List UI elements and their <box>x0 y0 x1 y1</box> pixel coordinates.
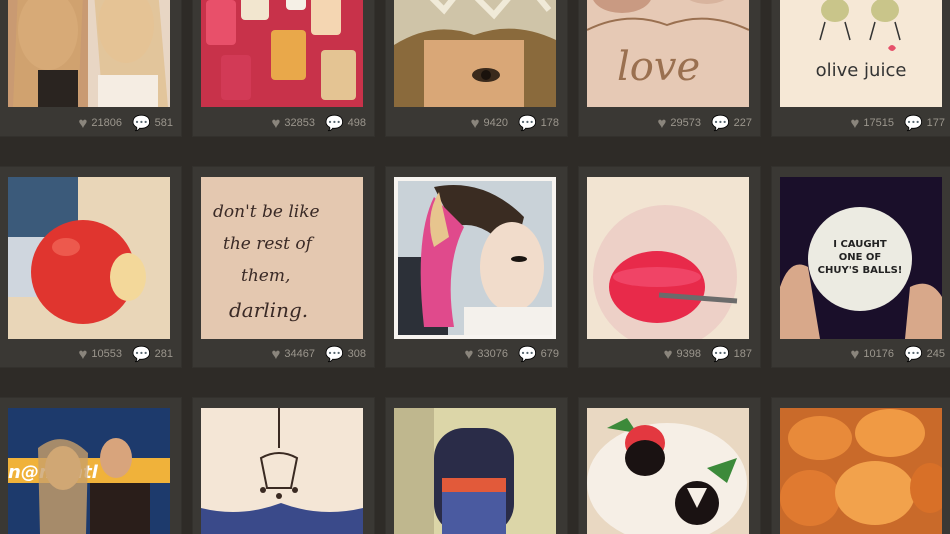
comment-count: 178 <box>540 117 559 129</box>
photo-card[interactable]: n@n ontl <box>0 398 181 534</box>
heart-icon[interactable]: ♥ <box>664 347 673 362</box>
comment-count: 227 <box>733 117 752 129</box>
like-count: 29573 <box>670 117 701 129</box>
photo-card[interactable]: ♥ 9420 💬 178 <box>386 0 567 136</box>
like-count: 9398 <box>676 348 701 360</box>
photo-airplane-window[interactable] <box>394 408 556 534</box>
love-text: love <box>617 44 700 90</box>
ball-line-1: I CAUGHT <box>833 239 887 250</box>
speech-bubble-icon[interactable]: 💬 <box>518 347 537 362</box>
heart-icon[interactable]: ♥ <box>464 347 473 362</box>
photo-nail-polish[interactable] <box>201 0 363 107</box>
like-count: 33076 <box>477 348 508 360</box>
heart-icon[interactable]: ♥ <box>78 347 87 362</box>
like-count: 10553 <box>91 348 122 360</box>
speech-bubble-icon[interactable]: 💬 <box>132 116 151 131</box>
photo-card[interactable] <box>772 398 950 534</box>
comment-count: 498 <box>347 117 366 129</box>
speech-bubble-icon[interactable]: 💬 <box>711 116 730 131</box>
note-line-2: the rest of <box>223 234 315 254</box>
photo-card[interactable] <box>579 398 760 534</box>
comment-count: 177 <box>926 117 945 129</box>
speech-bubble-icon[interactable]: 💬 <box>325 347 344 362</box>
photo-card[interactable]: don't be like the rest of them, darling.… <box>193 167 374 367</box>
comment-count: 581 <box>154 117 173 129</box>
note-line-1: don't be like <box>213 202 320 222</box>
photo-card[interactable]: ♥ 32853 💬 498 <box>193 0 374 136</box>
photo-hair-foils[interactable] <box>394 0 556 107</box>
photo-stats: ♥ 33076 💬 679 <box>464 345 559 363</box>
speech-bubble-icon[interactable]: 💬 <box>711 347 730 362</box>
speech-bubble-icon[interactable]: 💬 <box>518 116 537 131</box>
photo-tv-studio[interactable]: n@n ontl <box>8 408 170 534</box>
photo-stats: ♥ 29573 💬 227 <box>657 114 752 132</box>
speech-bubble-icon[interactable]: 💬 <box>904 116 923 131</box>
photo-pink-hair[interactable] <box>394 177 556 339</box>
like-count: 32853 <box>284 117 315 129</box>
photo-pink-bowl[interactable] <box>587 177 749 339</box>
ball-line-3: CHUY'S BALLS! <box>818 265 903 276</box>
photo-card[interactable]: olive juice ♥ 17515 💬 177 <box>772 0 950 136</box>
photo-stats: ♥ 32853 💬 498 <box>271 114 366 132</box>
photo-card[interactable]: love ♥ 29573 💬 227 <box>579 0 760 136</box>
photo-stats: ♥ 10553 💬 281 <box>78 345 173 363</box>
comment-count: 679 <box>540 348 559 360</box>
photo-fried-food[interactable] <box>780 408 942 534</box>
heart-icon[interactable]: ♥ <box>850 116 859 131</box>
photo-chandelier-necklace[interactable] <box>201 408 363 534</box>
note-line-4: darling. <box>229 298 308 322</box>
comment-count: 308 <box>347 348 366 360</box>
speech-bubble-icon[interactable]: 💬 <box>132 347 151 362</box>
photo-strawberries[interactable] <box>587 408 749 534</box>
photo-stats: ♥ 17515 💬 177 <box>850 114 945 132</box>
photo-card[interactable]: ♥ 10553 💬 281 <box>0 167 181 367</box>
photo-card[interactable]: ♥ 33076 💬 679 <box>386 167 567 367</box>
photo-love-necklace[interactable]: love <box>587 0 749 107</box>
speech-bubble-icon[interactable]: 💬 <box>904 347 923 362</box>
photo-friends-selfie[interactable] <box>8 0 170 107</box>
comment-count: 281 <box>154 348 173 360</box>
heart-icon[interactable]: ♥ <box>657 116 666 131</box>
like-count: 21806 <box>91 117 122 129</box>
photo-card[interactable] <box>193 398 374 534</box>
photo-card[interactable]: I CAUGHT ONE OF CHUY'S BALLS! ♥ 10176 💬 … <box>772 167 950 367</box>
photo-grid: ♥ 21806 💬 581 ♥ 32853 💬 498 ♥ 9420 💬 178… <box>0 0 950 534</box>
photo-card[interactable]: ♥ 9398 💬 187 <box>579 167 760 367</box>
heart-icon[interactable]: ♥ <box>78 116 87 131</box>
heart-icon[interactable]: ♥ <box>271 116 280 131</box>
heart-icon[interactable]: ♥ <box>471 116 480 131</box>
photo-stats: ♥ 34467 💬 308 <box>271 345 366 363</box>
like-count: 17515 <box>863 117 894 129</box>
photo-stats: ♥ 9398 💬 187 <box>664 345 752 363</box>
photo-stats: ♥ 10176 💬 245 <box>850 345 945 363</box>
photo-card[interactable]: ♥ 21806 💬 581 <box>0 0 181 136</box>
comment-count: 187 <box>733 348 752 360</box>
ball-line-2: ONE OF <box>839 252 882 263</box>
photo-stats: ♥ 9420 💬 178 <box>471 114 559 132</box>
heart-icon[interactable]: ♥ <box>271 347 280 362</box>
note-line-3: them, <box>241 266 290 286</box>
photo-ball[interactable]: I CAUGHT ONE OF CHUY'S BALLS! <box>780 177 942 339</box>
olive-juice-text: olive juice <box>816 60 907 81</box>
photo-handwritten-note[interactable]: don't be like the rest of them, darling. <box>201 177 363 339</box>
like-count: 9420 <box>483 117 508 129</box>
heart-icon[interactable]: ♥ <box>850 347 859 362</box>
photo-olive-juice[interactable]: olive juice <box>780 0 942 107</box>
like-count: 34467 <box>284 348 315 360</box>
speech-bubble-icon[interactable]: 💬 <box>325 116 344 131</box>
comment-count: 245 <box>926 348 945 360</box>
photo-bitten-apple[interactable] <box>8 177 170 339</box>
photo-stats: ♥ 21806 💬 581 <box>78 114 173 132</box>
like-count: 10176 <box>863 348 894 360</box>
photo-card[interactable] <box>386 398 567 534</box>
